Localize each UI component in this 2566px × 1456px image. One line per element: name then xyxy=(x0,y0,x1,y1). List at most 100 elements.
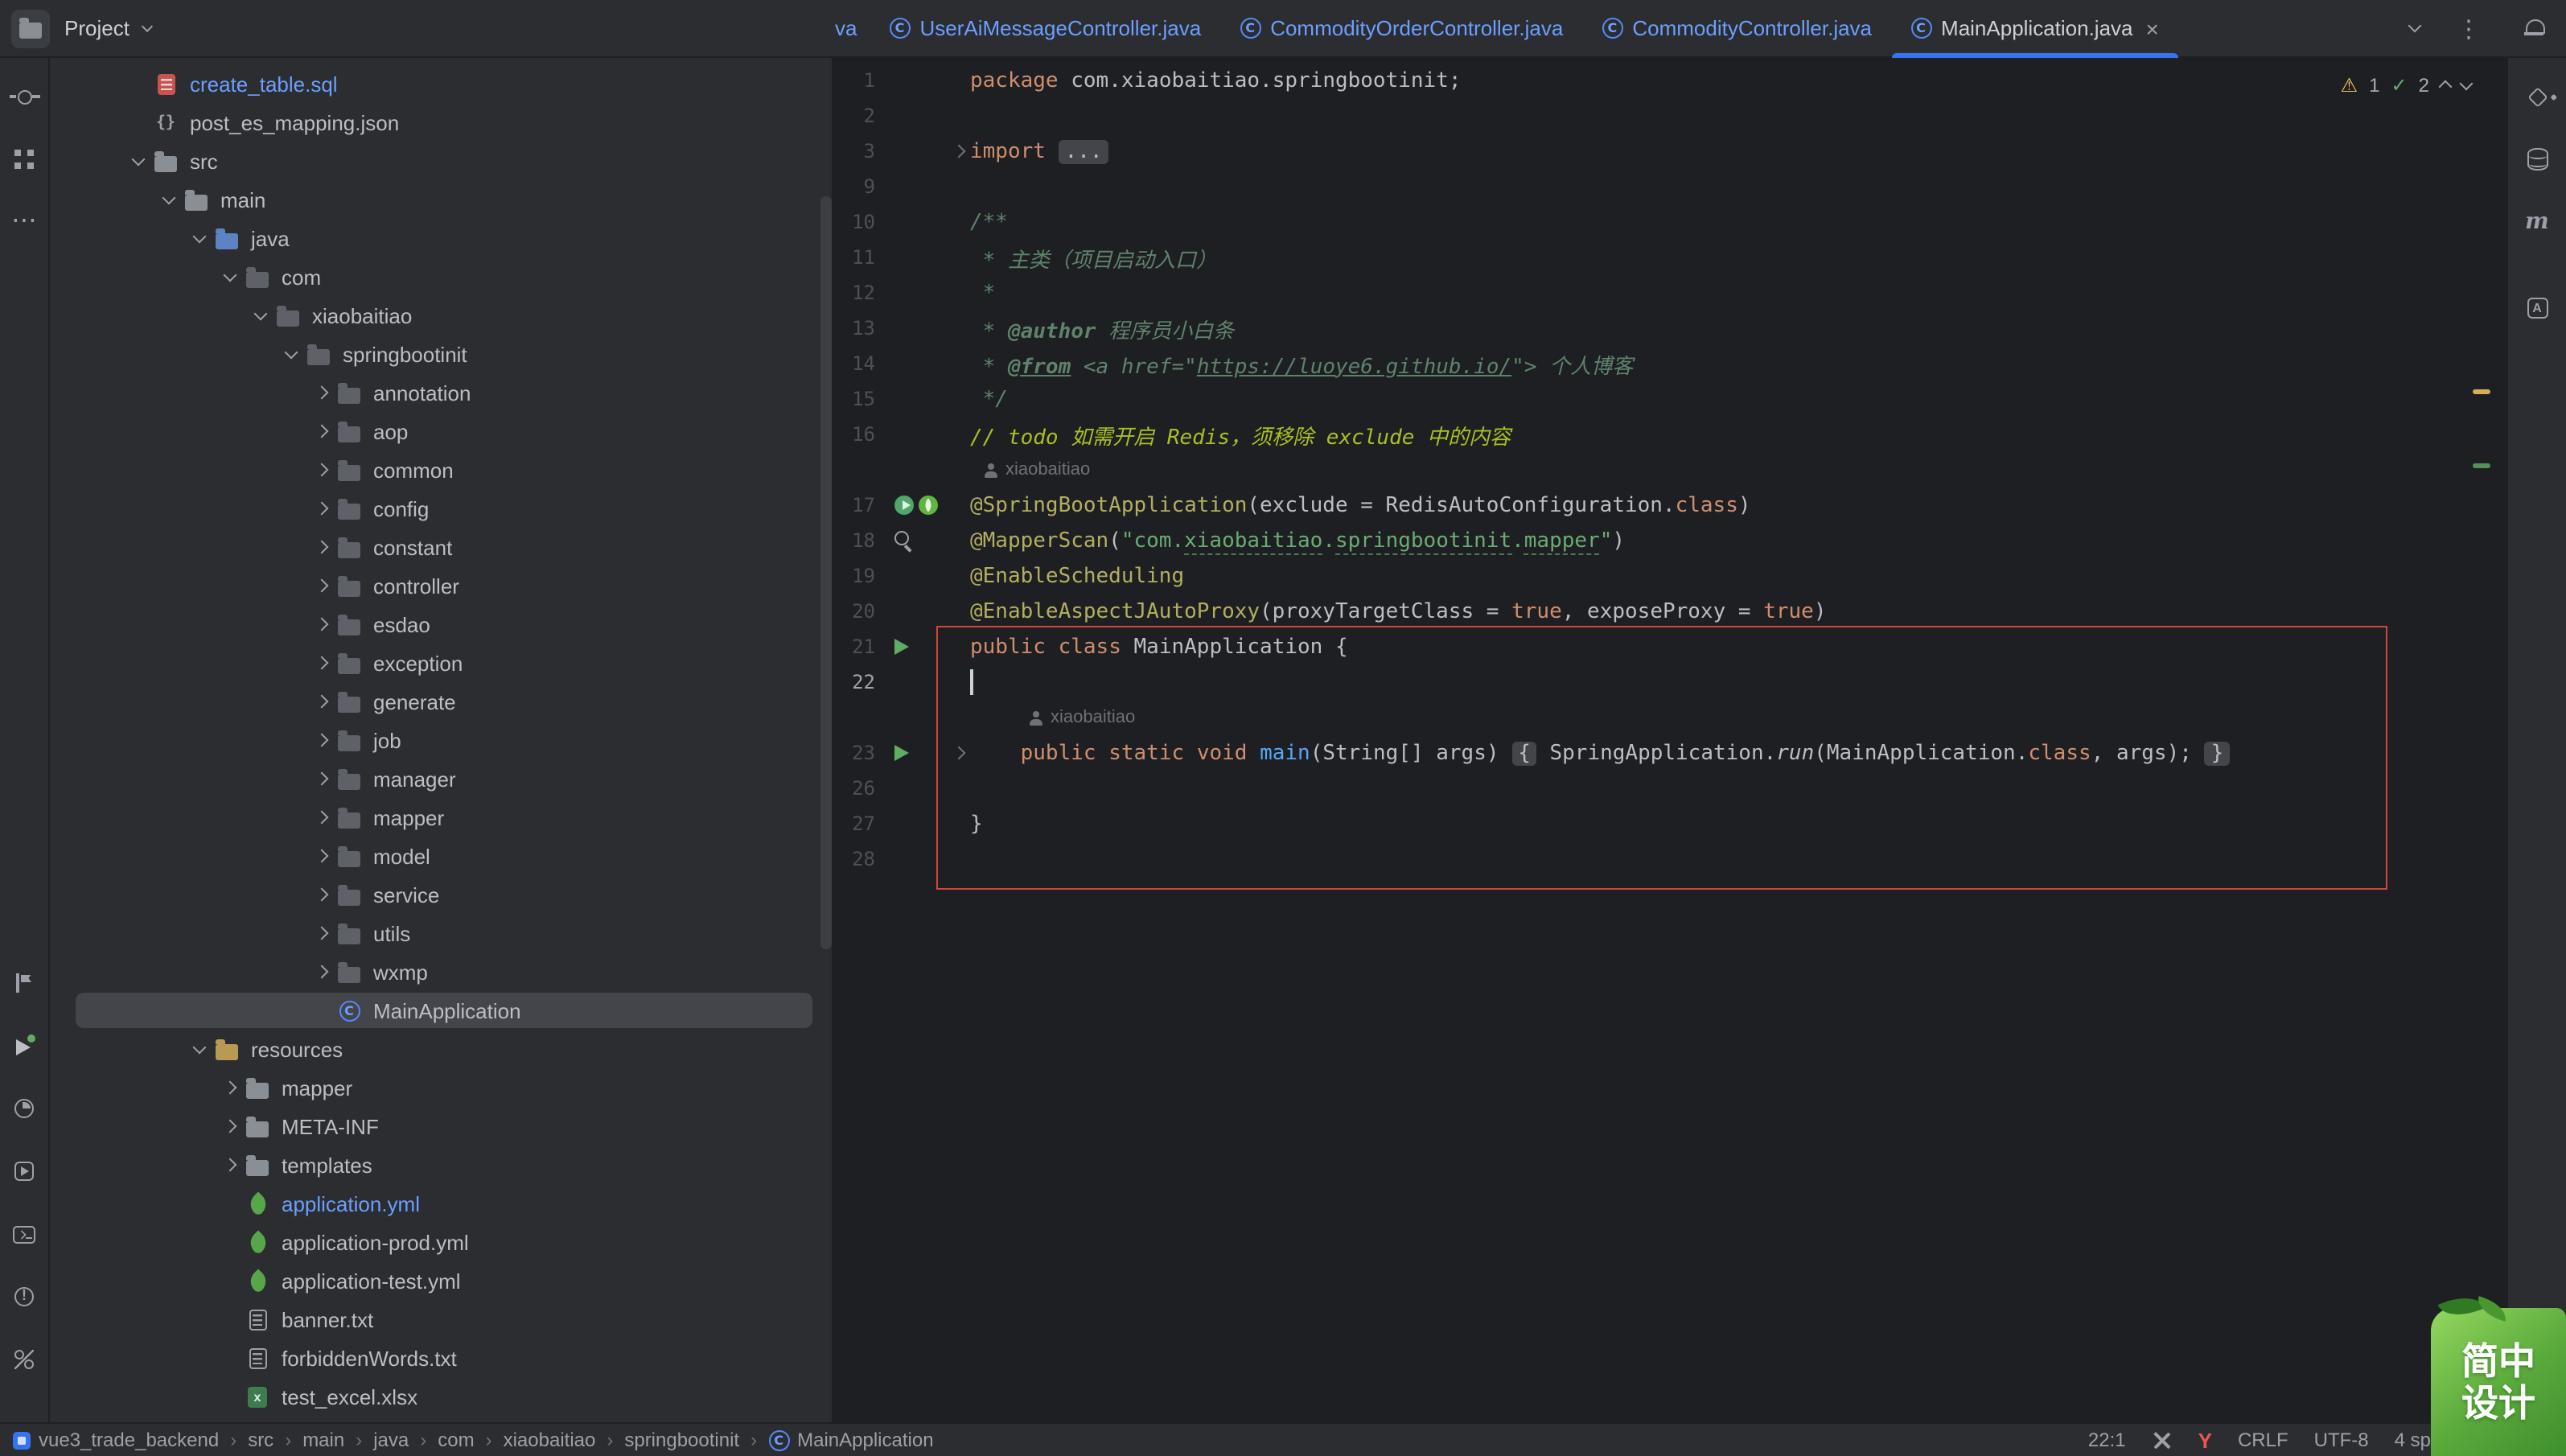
code-line[interactable]: 23 public static void main(String[] args… xyxy=(833,735,2506,771)
services-button[interactable] xyxy=(5,1152,43,1191)
database-button[interactable] xyxy=(2518,140,2556,179)
editor-tab[interactable]: C MainApplication.java × xyxy=(1891,0,2179,57)
code-line[interactable]: 17 @SpringBootApplication(exclude = Redis… xyxy=(833,487,2506,523)
tree-item[interactable]: wxmp xyxy=(50,952,832,991)
ai-assistant-button[interactable] xyxy=(2518,77,2556,116)
inspections-widget[interactable]: ⚠ 1 ✓ 2 xyxy=(2341,74,2473,97)
line-number[interactable]: 18 xyxy=(833,529,891,552)
chevron-open-icon[interactable] xyxy=(277,344,304,359)
editor-tab[interactable]: C UserAiMessageController.java xyxy=(870,0,1220,57)
breadcrumb-item[interactable]: main xyxy=(302,1429,344,1451)
tree-item[interactable]: create_table.sql xyxy=(50,64,832,103)
chevron-open-icon[interactable] xyxy=(246,306,273,320)
line-number[interactable]: 26 xyxy=(833,777,891,800)
chevron-open-icon[interactable] xyxy=(185,1039,212,1054)
line-number[interactable]: 27 xyxy=(833,812,891,835)
line-number[interactable]: 19 xyxy=(833,565,891,587)
problems-button[interactable] xyxy=(5,1277,43,1316)
breadcrumb-item[interactable]: vue3_trade_backend xyxy=(13,1429,219,1451)
notifications-button[interactable] xyxy=(2502,19,2566,37)
line-number[interactable]: 17 xyxy=(833,494,891,516)
editor-tab[interactable]: C CommodityOrderController.java xyxy=(1220,0,1582,57)
code-line[interactable]: 26 xyxy=(833,771,2506,806)
yapi-icon[interactable]: Y xyxy=(2198,1428,2212,1452)
terminal-button[interactable] xyxy=(5,1215,43,1253)
code-line[interactable]: 1 package com.xiaobaitiao.springbootinit; xyxy=(833,63,2506,98)
editor-tab[interactable]: C CommodityController.java xyxy=(1582,0,1891,57)
tree-item[interactable]: job xyxy=(50,721,832,759)
code-line[interactable]: 15 */ xyxy=(833,381,2506,417)
tree-item[interactable]: {} post_es_mapping.json xyxy=(50,103,832,142)
project-toolwindow-button[interactable] xyxy=(11,9,50,47)
code-line[interactable]: 3 import ... xyxy=(833,134,2506,169)
code-line[interactable]: 28 xyxy=(833,841,2506,877)
breadcrumb-item[interactable]: com xyxy=(438,1429,474,1451)
run-icon[interactable] xyxy=(894,639,909,655)
caret-position[interactable]: 22:1 xyxy=(2088,1429,2126,1451)
code-line[interactable]: 13 * @author 程序员小白条 xyxy=(833,311,2506,346)
chevron-closed-icon[interactable] xyxy=(307,849,335,863)
chevron-closed-icon[interactable] xyxy=(216,1080,243,1095)
spring-bean-icon[interactable] xyxy=(919,496,938,515)
tree-item[interactable]: mapper xyxy=(50,1068,832,1107)
chevron-closed-icon[interactable] xyxy=(307,926,335,940)
line-number[interactable]: 14 xyxy=(833,352,891,375)
file-encoding[interactable]: UTF-8 xyxy=(2314,1429,2369,1451)
code-line[interactable]: 14 * @from <a href="https://luoye6.githu… xyxy=(833,346,2506,381)
next-problem-icon[interactable] xyxy=(2459,76,2473,90)
tree-item[interactable]: java xyxy=(50,219,832,257)
line-number[interactable]: 9 xyxy=(833,175,891,198)
tree-item[interactable]: com xyxy=(50,257,832,296)
chevron-open-icon[interactable] xyxy=(216,267,243,282)
editor-tab[interactable]: va xyxy=(832,0,870,57)
line-separator[interactable]: CRLF xyxy=(2238,1429,2288,1451)
editor[interactable]: 1 package com.xiaobaitiao.springbootinit;… xyxy=(832,58,2506,1422)
tree-item[interactable]: application-test.yml xyxy=(50,1261,832,1300)
tree-item[interactable]: common xyxy=(50,450,832,489)
version-control-button[interactable] xyxy=(5,1340,43,1379)
warning-stripe-mark[interactable] xyxy=(2473,389,2490,394)
code-line[interactable]: 2 xyxy=(833,98,2506,134)
code-line[interactable]: 21 public class MainApplication { xyxy=(833,629,2506,664)
line-number[interactable]: 11 xyxy=(833,246,891,269)
breadcrumb-item[interactable]: xiaobaitiao xyxy=(504,1429,596,1451)
chevron-closed-icon[interactable] xyxy=(307,385,335,400)
pen-strikethrough-icon[interactable] xyxy=(2152,1429,2173,1450)
tree-item[interactable]: esdao xyxy=(50,605,832,644)
code-line[interactable]: 11 * 主类（项目启动入口） xyxy=(833,240,2506,275)
tree-item[interactable]: src xyxy=(50,142,832,180)
code-line[interactable]: 16 // todo 如需开启 Redis，须移除 exclude 中的内容 xyxy=(833,417,2506,452)
chevron-closed-icon[interactable] xyxy=(307,810,335,825)
chevron-closed-icon[interactable] xyxy=(307,694,335,709)
tree-item[interactable]: templates xyxy=(50,1145,832,1184)
line-number[interactable]: 10 xyxy=(833,211,891,233)
tree-item[interactable]: aop xyxy=(50,412,832,450)
chevron-closed-icon[interactable] xyxy=(307,771,335,786)
ok-stripe-mark[interactable] xyxy=(2473,463,2490,468)
code-line[interactable]: 18 @MapperScan("com.xiaobaitiao.springboo… xyxy=(833,523,2506,558)
chevron-closed-icon[interactable] xyxy=(307,540,335,554)
tree-item[interactable]: model xyxy=(50,837,832,875)
code-line[interactable]: 10 /** xyxy=(833,204,2506,240)
breadcrumb-item[interactable]: C MainApplication xyxy=(768,1429,934,1451)
line-number[interactable]: 12 xyxy=(833,282,891,304)
tree-item[interactable]: config xyxy=(50,489,832,528)
line-number[interactable]: 2 xyxy=(833,105,891,127)
structure-button[interactable] xyxy=(5,140,43,179)
code-line[interactable]: 22 xyxy=(833,664,2506,700)
close-icon[interactable]: × xyxy=(2146,17,2159,39)
tree-item[interactable]: generate xyxy=(50,682,832,721)
breadcrumb-item[interactable]: src xyxy=(248,1429,273,1451)
chevron-closed-icon[interactable] xyxy=(307,733,335,747)
spring-rerun-icon[interactable] xyxy=(894,496,914,515)
tree-item[interactable]: exception xyxy=(50,644,832,682)
tree-item[interactable]: controller xyxy=(50,566,832,605)
line-number[interactable]: 20 xyxy=(833,600,891,623)
previous-problem-icon[interactable] xyxy=(2438,80,2453,94)
chevron-closed-icon[interactable] xyxy=(307,964,335,979)
mybatis-mapper-icon[interactable] xyxy=(894,531,914,550)
run-icon[interactable] xyxy=(894,745,909,761)
line-number[interactable]: 15 xyxy=(833,388,891,410)
tree-item[interactable]: application-prod.yml xyxy=(50,1223,832,1261)
code-area[interactable]: 1 package com.xiaobaitiao.springbootinit;… xyxy=(833,58,2506,1422)
